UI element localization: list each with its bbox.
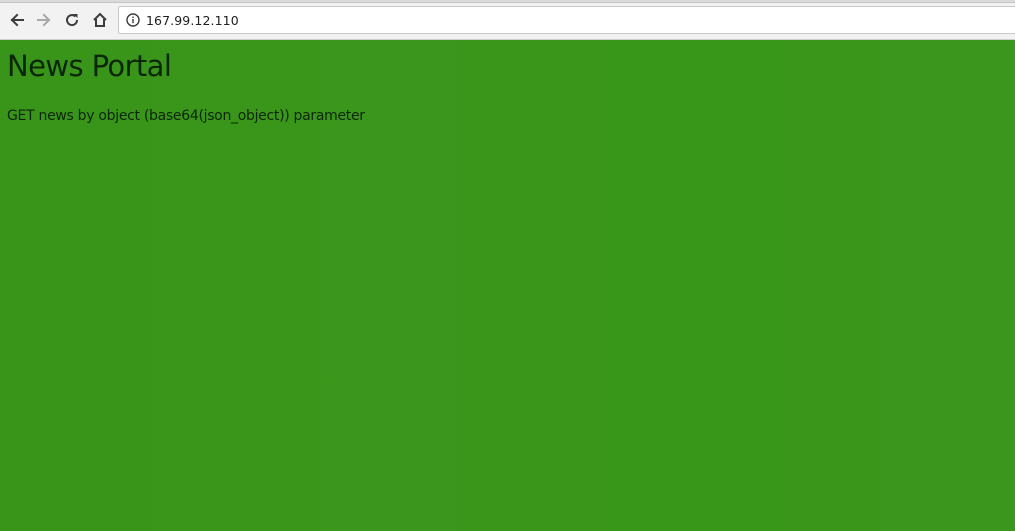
info-icon[interactable] xyxy=(126,13,140,27)
browser-window: 167.99.12.110 News Portal GET news by ob… xyxy=(0,0,1015,531)
back-button[interactable] xyxy=(5,8,29,32)
home-button[interactable] xyxy=(88,8,112,32)
address-bar[interactable]: 167.99.12.110 xyxy=(118,6,1015,34)
page-content: News Portal GET news by object (base64(j… xyxy=(0,40,1015,531)
tab-strip-edge xyxy=(0,0,1015,3)
forward-arrow-icon xyxy=(36,12,52,28)
page-title: News Portal xyxy=(7,49,172,83)
home-icon xyxy=(92,12,108,28)
url-text[interactable]: 167.99.12.110 xyxy=(146,13,239,29)
page-description: GET news by object (base64(json_object))… xyxy=(7,108,365,124)
reload-icon xyxy=(64,12,80,28)
browser-toolbar: 167.99.12.110 xyxy=(0,0,1015,40)
forward-button[interactable] xyxy=(32,8,56,32)
back-arrow-icon xyxy=(9,12,25,28)
reload-button[interactable] xyxy=(60,8,84,32)
